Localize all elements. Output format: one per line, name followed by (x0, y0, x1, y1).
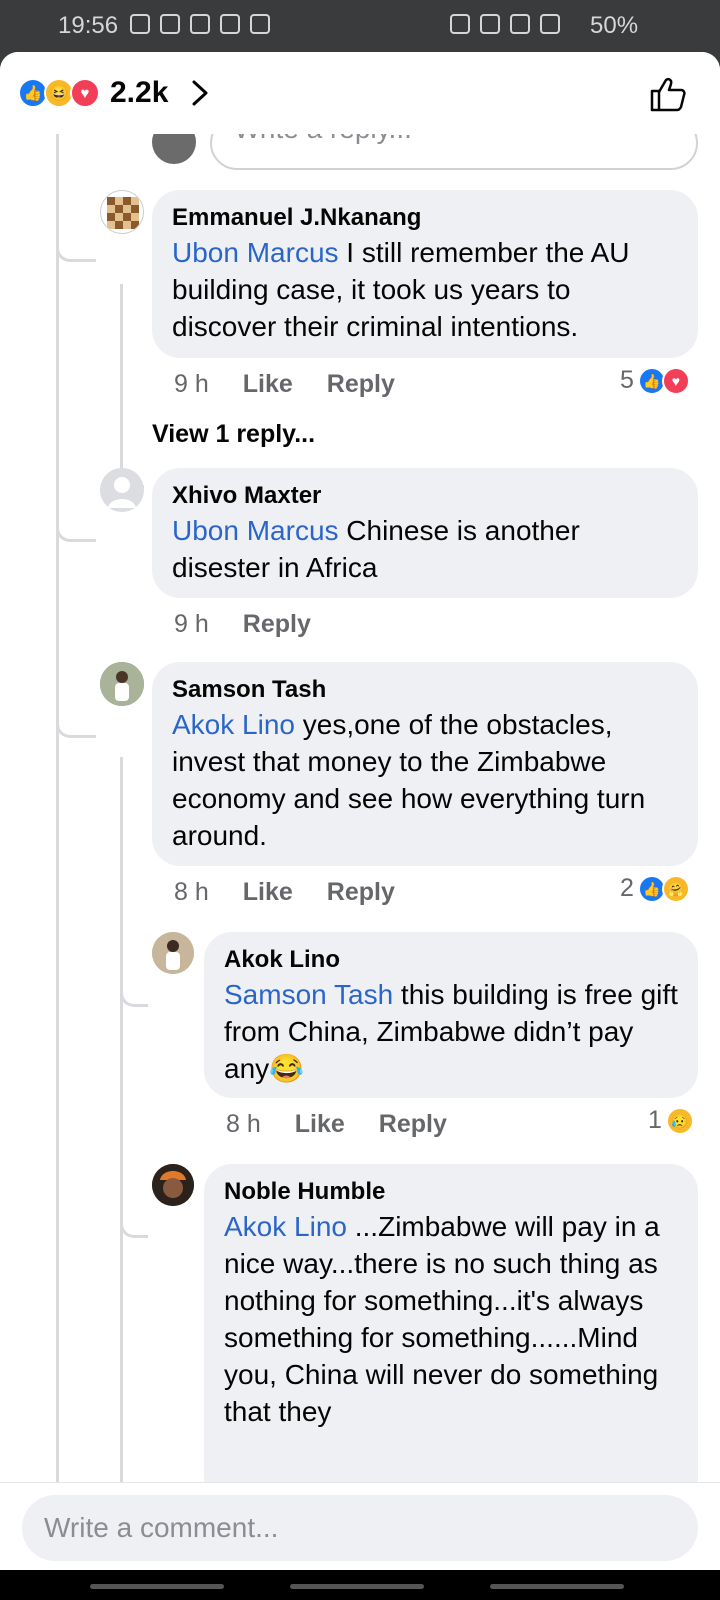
reaction-icons[interactable]: 👍 😆 ♥ (18, 78, 106, 110)
comment-actions: 8 h Like Reply (226, 1110, 447, 1139)
comment-bubble[interactable]: Noble Humble Akok Lino ...Zimbabwe will … (204, 1164, 698, 1504)
comment-author[interactable]: Xhivo Maxter (172, 480, 678, 512)
reaction-summary[interactable]: 1 😥 (648, 1106, 694, 1135)
avatar[interactable] (100, 468, 144, 512)
love-reaction-icon: ♥ (70, 78, 100, 108)
comment-text: Akok Lino ...Zimbabwe will pay in a nice… (224, 1211, 660, 1427)
mention-link[interactable]: Akok Lino (172, 709, 295, 740)
comments-sheet: Write a reply... Emmanuel J.Nkanang Ubon… (0, 52, 720, 1570)
comment-author[interactable]: Samson Tash (172, 674, 678, 706)
like-icon[interactable] (648, 74, 688, 114)
comment-input[interactable]: Write a comment... (22, 1495, 698, 1561)
comment-bubble[interactable]: Xhivo Maxter Ubon Marcus Chinese is anot… (152, 468, 698, 598)
reactions-header: 👍 😆 ♥ 2.2k (0, 52, 720, 134)
status-bar: 19:56 50% (0, 0, 720, 52)
comment-actions: 9 h Reply (174, 610, 311, 639)
user-photo-icon (152, 1164, 194, 1206)
comment-text: Ubon Marcus I still remember the AU buil… (172, 237, 630, 342)
reply-button[interactable]: Reply (243, 610, 311, 639)
like-button[interactable]: Like (243, 370, 293, 399)
reply-button[interactable]: Reply (327, 878, 395, 907)
reaction-summary[interactable]: 5 👍 ♥ (620, 366, 690, 395)
reaction-summary[interactable]: 2 👍 🤗 (620, 874, 690, 903)
comment-text: Ubon Marcus Chinese is another disester … (172, 515, 580, 583)
user-photo-icon (152, 932, 194, 974)
mention-link[interactable]: Ubon Marcus (172, 515, 339, 546)
comment-actions: 9 h Like Reply (174, 370, 395, 399)
reply-button[interactable]: Reply (327, 370, 395, 399)
love-reaction-icon: ♥ (661, 366, 690, 395)
avatar[interactable] (152, 1164, 194, 1206)
comment-author[interactable]: Emmanuel J.Nkanang (172, 202, 678, 234)
comment-time: 9 h (174, 370, 209, 398)
avatar[interactable] (152, 932, 194, 974)
reaction-total[interactable]: 2.2k (110, 76, 168, 110)
system-icons (450, 14, 560, 34)
like-button[interactable]: Like (243, 878, 293, 907)
chevron-right-icon[interactable] (186, 78, 214, 108)
mention-link[interactable]: Akok Lino (224, 1211, 347, 1242)
comment-actions: 8 h Like Reply (174, 878, 395, 907)
comment-bubble[interactable]: Akok Lino Samson Tash this building is f… (204, 932, 698, 1098)
avatar[interactable] (100, 190, 144, 234)
comment-time: 9 h (174, 610, 209, 638)
like-button[interactable]: Like (295, 1110, 345, 1139)
mention-link[interactable]: Samson Tash (224, 979, 393, 1010)
notification-icons (130, 14, 270, 34)
sad-reaction-icon: 😥 (665, 1106, 694, 1135)
reaction-count: 5 (620, 366, 634, 394)
status-time: 19:56 (58, 12, 119, 39)
reaction-count: 1 (648, 1106, 662, 1134)
view-replies-link[interactable]: View 1 reply... (152, 420, 315, 449)
gesture-bar (0, 1570, 720, 1600)
avatar[interactable] (100, 662, 144, 706)
comment-text: Akok Lino yes,one of the obstacles, inve… (172, 709, 646, 851)
battery-level: 50% (590, 12, 639, 39)
comment-bubble[interactable]: Samson Tash Akok Lino yes,one of the obs… (152, 662, 698, 866)
laughing-emoji-icon: 😂 (269, 1053, 305, 1084)
thread-line (56, 134, 59, 1482)
reply-button[interactable]: Reply (379, 1110, 447, 1139)
comment-author[interactable]: Noble Humble (224, 1176, 678, 1208)
comment-bubble[interactable]: Emmanuel J.Nkanang Ubon Marcus I still r… (152, 190, 698, 358)
chessboard-avatar-icon (107, 197, 139, 229)
user-photo-icon (100, 662, 144, 706)
mention-link[interactable]: Ubon Marcus (172, 237, 339, 268)
comment-thread[interactable]: Write a reply... Emmanuel J.Nkanang Ubon… (0, 52, 720, 1504)
comment-composer: Write a comment... (0, 1482, 720, 1570)
comment-text: Samson Tash this building is free gift f… (224, 979, 678, 1084)
default-profile-icon (108, 477, 136, 508)
care-reaction-icon: 🤗 (661, 874, 690, 903)
reaction-count: 2 (620, 874, 634, 902)
comment-author[interactable]: Akok Lino (224, 944, 678, 976)
comment-time: 8 h (174, 878, 209, 906)
comment-time: 8 h (226, 1110, 261, 1138)
